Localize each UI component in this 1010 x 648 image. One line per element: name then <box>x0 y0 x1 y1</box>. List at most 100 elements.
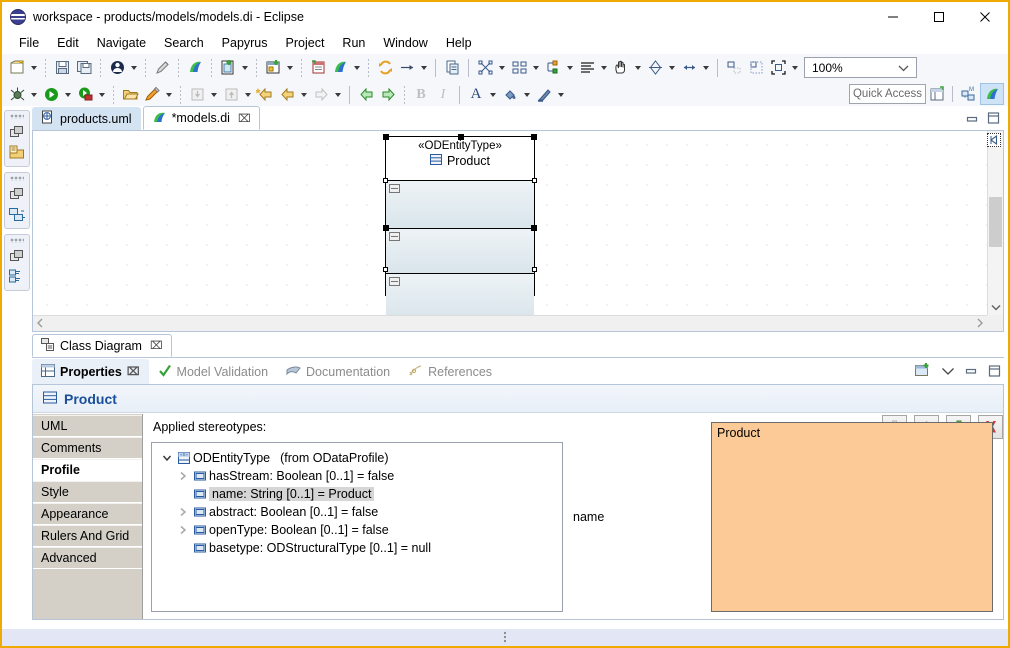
diagram-canvas[interactable]: «ODEntityType» Product <box>33 131 987 315</box>
selection-handle-secondary[interactable] <box>383 267 388 272</box>
fast-view-group-model-explorer[interactable] <box>4 172 30 229</box>
scroll-left-icon[interactable] <box>36 317 44 331</box>
chevron-right-icon[interactable] <box>175 471 191 481</box>
snap-grid-icon[interactable] <box>745 57 767 79</box>
debug-dropdown[interactable] <box>28 84 40 106</box>
new-diagram-icon[interactable] <box>262 57 284 79</box>
menu-window[interactable]: Window <box>374 34 436 52</box>
font-color-dropdown[interactable] <box>487 84 499 106</box>
back-arrow-icon[interactable] <box>276 84 298 106</box>
resize-icon[interactable] <box>644 57 666 79</box>
papyrus-perspective-active-icon[interactable] <box>980 83 1004 105</box>
new-table-icon[interactable] <box>307 57 329 79</box>
run-external-icon[interactable] <box>74 84 96 106</box>
menu-edit[interactable]: Edit <box>48 34 88 52</box>
menu-project[interactable]: Project <box>277 34 334 52</box>
distribute-dropdown[interactable] <box>530 57 542 79</box>
sidebar-item-uml[interactable]: UML <box>33 415 142 437</box>
editor-tab-products-uml[interactable]: products.uml <box>32 107 141 130</box>
diagram-vertical-scrollbar[interactable] <box>987 131 1003 315</box>
fit-to-view-icon[interactable] <box>767 57 789 79</box>
selection-handle[interactable] <box>383 225 389 231</box>
line-color-dropdown[interactable] <box>555 84 567 106</box>
restore-view-icon[interactable] <box>7 122 27 142</box>
sidebar-item-appearance[interactable]: Appearance <box>33 503 142 525</box>
step-into-icon[interactable] <box>186 84 208 106</box>
selection-handle[interactable] <box>531 134 537 140</box>
layout-nodes-icon[interactable] <box>474 57 496 79</box>
forward-arrow-icon[interactable] <box>310 84 332 106</box>
tree-row-stereotype[interactable]: «S» ODEntityType (from ODataProfile) <box>152 449 562 467</box>
operations-compartment[interactable] <box>386 229 534 274</box>
distribute-icon[interactable] <box>508 57 530 79</box>
compartment-collapse-icon[interactable] <box>389 184 400 193</box>
new-wizard-icon[interactable] <box>6 57 28 79</box>
modeling-perspective-icon[interactable]: M <box>956 83 980 105</box>
selection-handle-secondary[interactable] <box>532 267 537 272</box>
tab-references[interactable]: References <box>399 359 501 384</box>
snap-bottom-icon[interactable] <box>723 57 745 79</box>
fill-color-dropdown[interactable] <box>521 84 533 106</box>
compartment-collapse-icon[interactable] <box>389 232 400 241</box>
step-into-dropdown[interactable] <box>208 84 220 106</box>
marker-dropdown[interactable] <box>163 84 175 106</box>
open-folder-icon[interactable] <box>119 84 141 106</box>
prev-annotation-icon[interactable] <box>355 84 377 106</box>
align-nodes-icon[interactable] <box>542 57 564 79</box>
selection-handle[interactable] <box>458 134 464 140</box>
menu-search[interactable]: Search <box>155 34 213 52</box>
tab-properties[interactable]: Properties ⌧ <box>32 359 149 384</box>
drag-handle[interactable] <box>10 238 24 243</box>
back-star-icon[interactable] <box>254 84 276 106</box>
minimize-button[interactable] <box>870 2 916 32</box>
diagram-horizontal-scrollbar[interactable] <box>33 315 987 331</box>
outline-toggle-icon[interactable] <box>987 133 1001 147</box>
back-dropdown[interactable] <box>298 84 310 106</box>
font-color-icon[interactable]: A <box>465 84 487 106</box>
minimize-icon[interactable] <box>965 365 978 379</box>
sidebar-item-advanced[interactable]: Advanced <box>33 547 142 569</box>
new-diagram-dropdown[interactable] <box>284 57 296 79</box>
menu-run[interactable]: Run <box>333 34 374 52</box>
menu-navigate[interactable]: Navigate <box>88 34 155 52</box>
tree-row-property-abstract[interactable]: abstract: Boolean [0..1] = false <box>152 503 562 521</box>
selection-handle[interactable] <box>531 225 537 231</box>
save-all-icon[interactable] <box>73 57 95 79</box>
new-papyrus-model-icon[interactable] <box>217 57 239 79</box>
person-icon[interactable] <box>106 57 128 79</box>
next-annotation-icon[interactable] <box>377 84 399 106</box>
restore-view-icon[interactable] <box>7 184 27 204</box>
papyrus-perspective-dropdown[interactable] <box>351 57 363 79</box>
run-external-dropdown[interactable] <box>96 84 108 106</box>
copy-to-icon[interactable] <box>441 57 463 79</box>
forward-dropdown[interactable] <box>332 84 344 106</box>
align-text-icon[interactable] <box>576 57 598 79</box>
tab-close-icon[interactable]: ⌧ <box>127 365 140 378</box>
zoom-combo[interactable]: 100% <box>804 57 917 78</box>
model-explorer-icon[interactable] <box>7 204 27 224</box>
maximize-icon[interactable] <box>988 364 1001 380</box>
layout-dropdown[interactable] <box>496 57 508 79</box>
selection-handle-secondary[interactable] <box>532 178 537 183</box>
run-icon[interactable] <box>40 84 62 106</box>
vertical-scroll-thumb[interactable] <box>989 197 1002 247</box>
quick-access-input[interactable]: Quick Access <box>849 84 926 104</box>
project-explorer-icon[interactable] <box>7 142 27 162</box>
pencil-icon[interactable] <box>151 57 173 79</box>
line-color-icon[interactable] <box>533 84 555 106</box>
marker-icon[interactable] <box>141 84 163 106</box>
align-text-dropdown[interactable] <box>598 57 610 79</box>
new-wizard-dropdown[interactable] <box>28 57 40 79</box>
open-perspective-icon[interactable] <box>925 83 949 105</box>
hand-icon[interactable] <box>610 57 632 79</box>
sidebar-item-profile[interactable]: Profile <box>33 459 142 481</box>
step-return-dropdown[interactable] <box>242 84 254 106</box>
hand-dropdown[interactable] <box>632 57 644 79</box>
outline-view-icon[interactable] <box>7 266 27 286</box>
sidebar-item-style[interactable]: Style <box>33 481 142 503</box>
sync-icon[interactable] <box>374 57 396 79</box>
drag-handle[interactable] <box>10 114 24 119</box>
editor-tab-models-di[interactable]: *models.di ⌧ <box>142 106 260 130</box>
minimize-icon[interactable] <box>966 113 979 127</box>
tree-row-property-opentype[interactable]: openType: Boolean [0..1] = false <box>152 521 562 539</box>
